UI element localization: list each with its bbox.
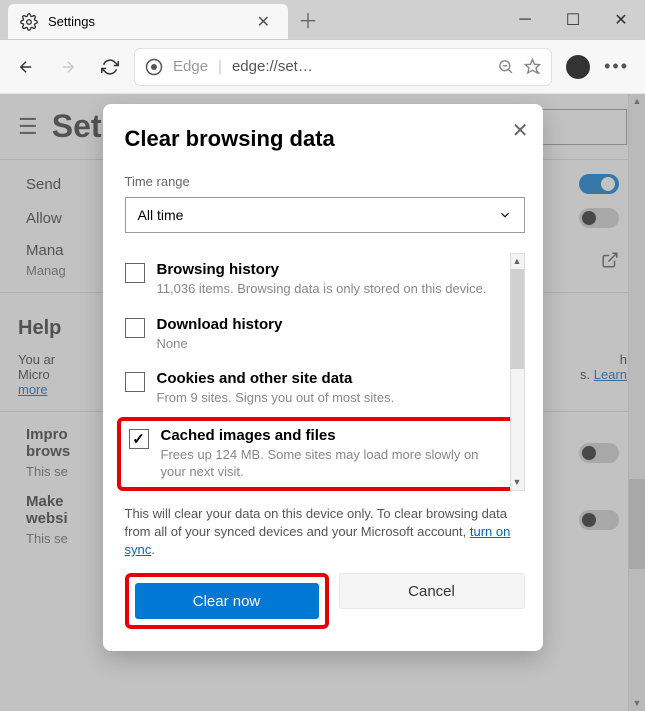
disclaimer-text: This will clear your data on this device… [125, 505, 525, 560]
checkbox-browsing-history[interactable] [125, 263, 145, 283]
address-protocol: Edge [173, 58, 208, 75]
favorite-icon[interactable] [524, 58, 541, 75]
address-url: edge://set… [232, 58, 313, 75]
profile-avatar[interactable] [566, 55, 590, 79]
checkbox-cookies[interactable] [125, 372, 145, 392]
cached-images-item[interactable]: Cached images and files Frees up 124 MB.… [129, 427, 503, 481]
download-history-item[interactable]: Download history None [125, 308, 507, 363]
list-scrollbar[interactable]: ▲ ▼ [510, 253, 525, 491]
chevron-down-icon [498, 208, 512, 222]
more-menu[interactable]: ••• [604, 56, 629, 77]
tab-title: Settings [48, 14, 251, 29]
time-range-label: Time range [125, 174, 525, 189]
time-range-select[interactable]: All time [125, 197, 525, 233]
address-bar[interactable]: Edge | edge://set… [134, 48, 552, 86]
maximize-button[interactable]: ☐ [549, 0, 597, 39]
back-button[interactable] [8, 49, 44, 85]
dialog-title: Clear browsing data [125, 126, 525, 152]
close-button[interactable]: ✕ [597, 0, 645, 39]
cookies-item[interactable]: Cookies and other site data From 9 sites… [125, 362, 507, 417]
minimize-button[interactable]: ─ [501, 0, 549, 39]
edge-logo-icon [145, 58, 163, 76]
browser-tab[interactable]: Settings ✕ [8, 4, 288, 39]
browsing-history-item[interactable]: Browsing history 11,036 items. Browsing … [125, 253, 507, 308]
checkbox-cached-images[interactable] [129, 429, 149, 449]
clear-browsing-data-dialog: ✕ Clear browsing data Time range All tim… [103, 104, 543, 651]
new-tab-button[interactable]: ＋ [288, 0, 328, 39]
forward-button [50, 49, 86, 85]
time-range-value: All time [138, 207, 184, 223]
close-tab-icon[interactable]: ✕ [251, 12, 276, 32]
refresh-button[interactable] [92, 49, 128, 85]
clear-now-button[interactable]: Clear now [135, 583, 319, 619]
close-icon[interactable]: ✕ [512, 118, 529, 143]
zoom-out-icon[interactable] [497, 58, 514, 75]
cancel-button[interactable]: Cancel [339, 573, 525, 609]
checkbox-download-history[interactable] [125, 318, 145, 338]
gear-icon [20, 13, 38, 31]
